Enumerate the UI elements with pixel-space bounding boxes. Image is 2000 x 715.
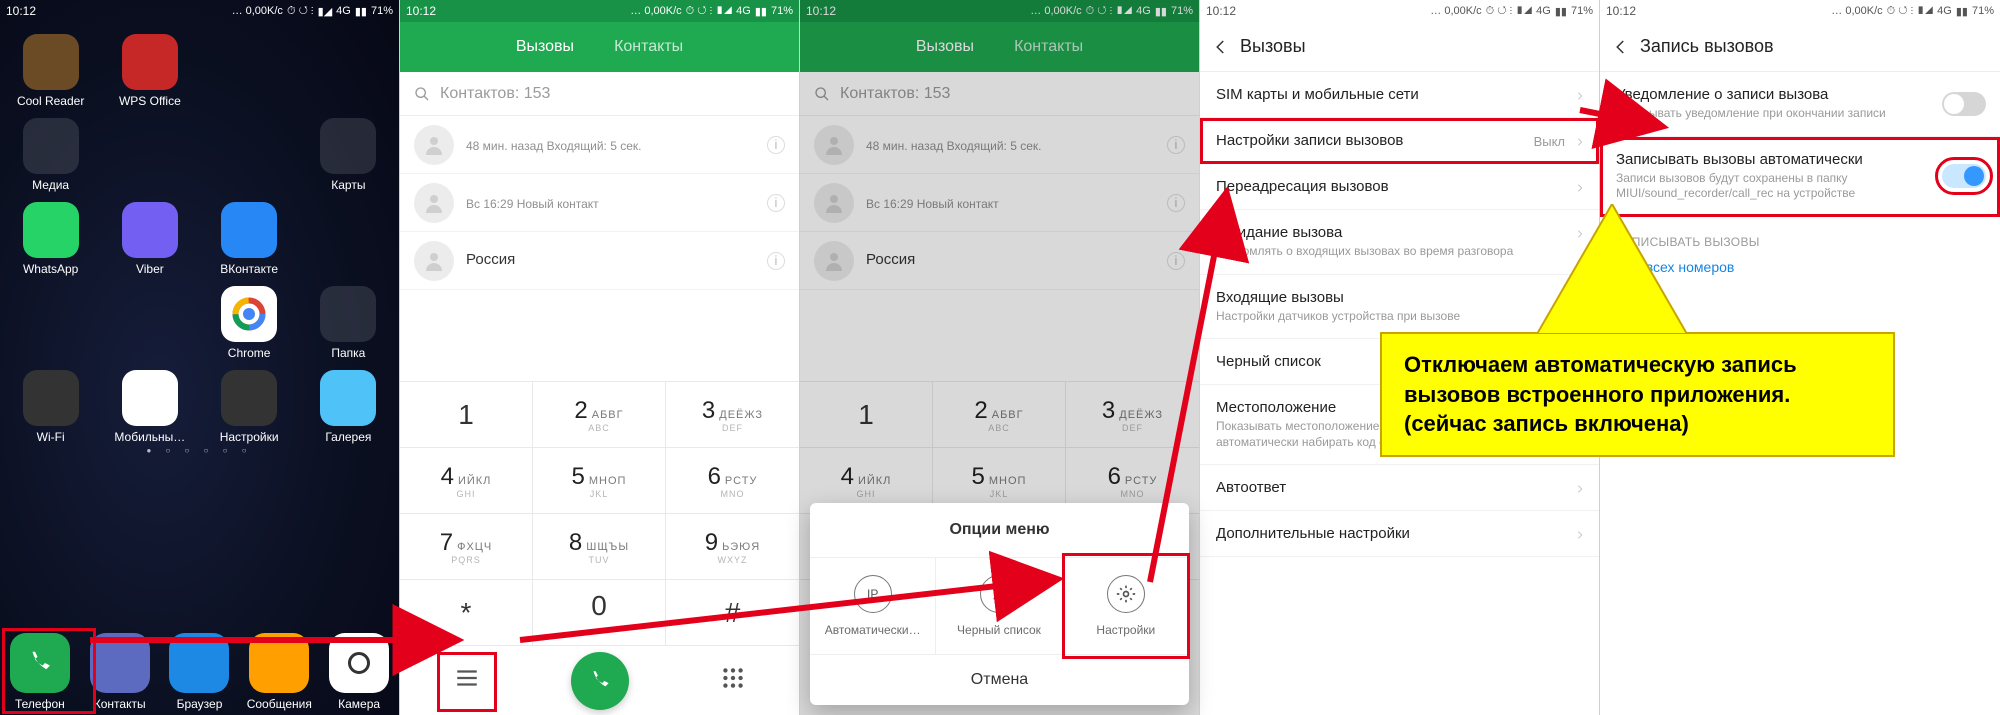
options-popup: Опции меню IP Автоматически… Черный спис… (810, 503, 1189, 705)
call-button[interactable] (571, 652, 629, 710)
avatar-icon (414, 241, 454, 281)
settings-header: Запись вызовов (1600, 22, 2000, 72)
app-wi-fi[interactable]: Wi-Fi (2, 366, 99, 444)
dock-камера[interactable]: Камера (319, 629, 399, 711)
avatar-icon (414, 183, 454, 223)
home-screen: 10:12 … 0,00K/c ⏱ ↺ ⫶ ▮◢ 4G ▮▮ 71% Cool … (0, 0, 400, 715)
key-5[interactable]: 5МНОПJKL (533, 447, 666, 513)
popup-cancel[interactable]: Отмена (810, 654, 1189, 705)
status-time: 10:12 (6, 4, 36, 18)
key-7[interactable]: 7ФХЦЧPQRS (400, 513, 533, 579)
key-#[interactable]: # (666, 579, 799, 645)
avatar-icon (414, 125, 454, 165)
setting-row[interactable]: Автоответ (1200, 465, 1599, 511)
dialer-menu-screen: 10:12 … 0,00K/c⏱ ↺ ⫶ ▮◢4G▮▮71% Вызовы Ко… (800, 0, 1200, 715)
key-2[interactable]: 2АБВГABC (533, 381, 666, 447)
key-9[interactable]: 9ЬЭЮЯWXYZ (666, 513, 799, 579)
switch-off[interactable] (1942, 92, 1986, 116)
app-cool reader[interactable]: Cool Reader (2, 30, 99, 108)
app-папка[interactable]: Папка (300, 282, 397, 360)
info-icon[interactable]: i (767, 194, 785, 212)
dialer-tabs: Вызовы Контакты (400, 22, 799, 72)
dialpad-toggle[interactable] (720, 665, 746, 696)
app-viber[interactable]: Viber (101, 198, 198, 276)
page-indicator: ● ○ ○ ○ ○ ○ (0, 446, 399, 455)
app-whatsapp[interactable]: WhatsApp (2, 198, 99, 276)
popup-blacklist[interactable]: Черный список (936, 558, 1062, 654)
highlight-settings-option (1062, 553, 1190, 659)
info-icon[interactable]: i (767, 252, 785, 270)
status-bar: 10:12 … 0,00K/c⏱ ↺ ⫶ ▮◢4G▮▮71% (1600, 0, 2000, 22)
popup-auto-ip[interactable]: IP Автоматически… (810, 558, 936, 654)
highlight-menu-button (437, 652, 497, 712)
chevron-right-icon (1575, 528, 1585, 542)
search-icon (414, 86, 430, 102)
app-медиа[interactable]: Медиа (2, 114, 99, 192)
app-настройки[interactable]: Настройки (201, 366, 298, 444)
chevron-right-icon (1575, 89, 1585, 103)
dock-браузер[interactable]: Браузер (160, 629, 240, 711)
setting-row[interactable]: Дополнительные настройки (1200, 511, 1599, 557)
app-chrome[interactable]: Chrome (201, 282, 298, 360)
info-icon[interactable]: i (767, 136, 785, 154)
key-1[interactable]: 1 (400, 381, 533, 447)
ip-icon: IP (854, 575, 892, 613)
chevron-right-icon (1575, 135, 1585, 149)
highlight-phone-app (2, 628, 96, 714)
annotation-callout: Отключаем автоматическую запись вызовов … (1380, 332, 1895, 457)
key-4[interactable]: 4ИЙКЛGHI (400, 447, 533, 513)
tab-contacts[interactable]: Контакты (614, 38, 683, 56)
tab-calls[interactable]: Вызовы (516, 38, 574, 56)
battery-icon: ▮▮ (355, 5, 367, 18)
dial-pad: 12АБВГABC3ДЕЁЖЗDEF 4ИЙКЛGHI5МНОПJKL6РСТУM… (400, 381, 799, 645)
key-*[interactable]: * (400, 579, 533, 645)
key-3[interactable]: 3ДЕЁЖЗDEF (666, 381, 799, 447)
key-6[interactable]: 6РСТУMNO (666, 447, 799, 513)
chevron-right-icon (1575, 482, 1585, 496)
setting-record-notification[interactable]: Уведомление о записи вызова Показывать у… (1600, 72, 2000, 137)
app-вконтакте[interactable]: ВКонтакте (201, 198, 298, 276)
signal-icon: ▮◢ (318, 5, 333, 18)
status-bar: 10:12 … 0,00K/c⏱ ↺ ⫶ ▮◢4G▮▮71% (400, 0, 799, 22)
status-bar: 10:12 … 0,00K/c ⏱ ↺ ⫶ ▮◢ 4G ▮▮ 71% (0, 0, 399, 22)
setting-row[interactable]: Настройки записи вызововВыкл (1200, 118, 1599, 164)
app-карты[interactable]: Карты (300, 114, 397, 192)
setting-row[interactable]: SIM карты и мобильные сети (1200, 72, 1599, 118)
app-мобильны…[interactable]: Мобильны… (101, 366, 198, 444)
app-галерея[interactable]: Галерея (300, 366, 397, 444)
block-icon (980, 575, 1018, 613)
call-log-item[interactable]: 48 мин. назад Входящий: 5 сек. i (400, 116, 799, 174)
settings-header: Вызовы (1200, 22, 1599, 72)
switch-on[interactable] (1942, 164, 1986, 188)
back-icon[interactable] (1612, 38, 1630, 56)
chevron-right-icon (1575, 181, 1585, 195)
key-8[interactable]: 8ШЩЪЫTUV (533, 513, 666, 579)
status-bar: 10:12 … 0,00K/c⏱ ↺ ⫶ ▮◢4G▮▮71% (1200, 0, 1599, 22)
dialer-screen: 10:12 … 0,00K/c⏱ ↺ ⫶ ▮◢4G▮▮71% Вызовы Ко… (400, 0, 800, 715)
dock-сообщения[interactable]: Сообщения (239, 629, 319, 711)
call-log-item[interactable]: Вс 16:29 Новый контакт i (400, 174, 799, 232)
app-wps office[interactable]: WPS Office (101, 30, 198, 108)
popup-title: Опции меню (810, 503, 1189, 558)
back-icon[interactable] (1212, 38, 1230, 56)
search-input[interactable]: Контактов: 153 (400, 72, 799, 116)
call-log-item[interactable]: Россия i (400, 232, 799, 290)
key-0[interactable]: 0+ (533, 579, 666, 645)
